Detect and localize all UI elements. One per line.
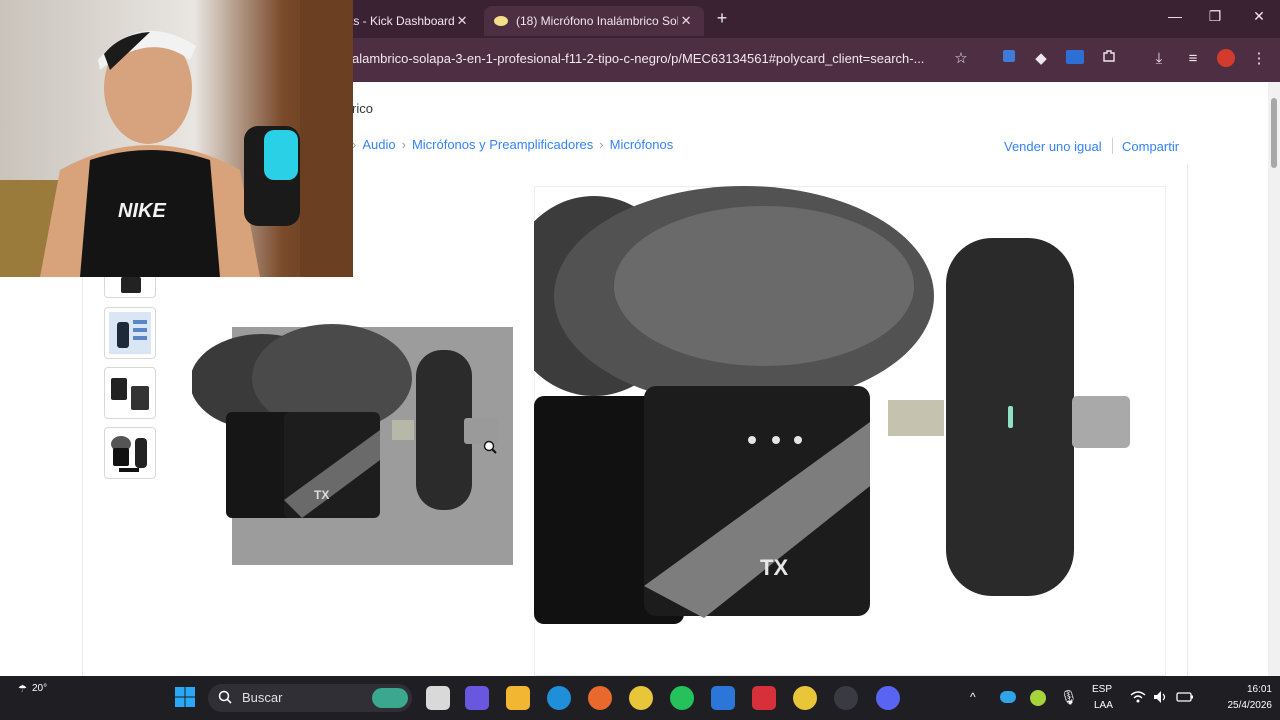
product-image-small[interactable] — [192, 320, 512, 520]
new-tab-button[interactable]: + — [712, 8, 732, 29]
download-icon[interactable]: ⤓ — [1148, 48, 1170, 70]
volume-icon[interactable] — [1153, 690, 1169, 704]
sell-similar-link[interactable]: Vender uno igual — [1004, 139, 1102, 154]
breadcrumb-chevron-icon: › — [401, 137, 406, 152]
media-control-icon[interactable]: ≡ — [1182, 48, 1204, 70]
main-product-tx-label: TX — [760, 555, 789, 580]
extensions-puzzle-icon[interactable] — [1098, 48, 1120, 70]
search-highlight-icon[interactable] — [372, 688, 408, 708]
tray-app-icon[interactable] — [1030, 690, 1046, 706]
address-bar[interactable]: alambrico-solapa-3-en-1-profesional-f11-… — [352, 51, 937, 66]
weather-widget[interactable]: ☂ — [18, 684, 27, 695]
restore-button[interactable]: ❐ — [1200, 8, 1230, 25]
language-code[interactable]: ESP — [1092, 684, 1112, 695]
clock-time[interactable]: 16:01 — [1226, 684, 1272, 695]
tray-chevron-icon[interactable]: ^ — [970, 690, 976, 704]
bookmark-star-icon[interactable]: ☆ — [950, 48, 972, 70]
breadcrumb-item-microfonos-preamplificadores[interactable]: Micrófonos y Preamplificadores — [412, 137, 593, 152]
keyboard-layout[interactable]: LAA — [1094, 700, 1113, 711]
category-link[interactable]: rico — [352, 101, 373, 116]
divider — [1112, 138, 1113, 154]
onedrive-icon[interactable] — [1000, 691, 1016, 703]
extension-icon[interactable] — [998, 48, 1020, 70]
product-thumbnail[interactable] — [104, 427, 156, 479]
product-thumbnail[interactable] — [104, 367, 156, 419]
breadcrumb-item-microfonos[interactable]: Micrófonos — [610, 137, 674, 152]
tab-mercadolibre[interactable]: (18) Micrófono Inalámbrico Sol ✕ — [484, 6, 704, 36]
tab-kick-dashboard[interactable]: ts - Kick Dashboard ✕ — [340, 6, 480, 36]
share-link[interactable]: Compartir — [1122, 139, 1179, 154]
main-product-image[interactable] — [534, 186, 1166, 626]
zoom-cursor-icon — [483, 440, 497, 454]
chrome-icon[interactable] — [629, 686, 653, 710]
wifi-icon[interactable] — [1130, 690, 1146, 704]
streamer-figure — [0, 0, 353, 277]
microsoft-store-icon[interactable] — [711, 686, 735, 710]
product-thumbnail[interactable] — [104, 307, 156, 359]
breadcrumb-chevron-icon: › — [599, 137, 604, 152]
webcam-overlay: NIKE — [0, 0, 353, 277]
profile-avatar[interactable] — [1215, 48, 1237, 70]
clock-date[interactable]: 25/4/2026 — [1206, 700, 1273, 711]
tab-label: ts - Kick Dashboard — [350, 14, 455, 28]
tab-close-icon[interactable]: ✕ — [454, 13, 470, 29]
copilot-icon[interactable] — [465, 686, 489, 710]
minimize-button[interactable]: — — [1160, 8, 1190, 24]
product-tx-label: TX — [314, 488, 330, 502]
menu-kebab-icon[interactable]: ⋮ — [1248, 48, 1270, 70]
close-window-button[interactable]: ✕ — [1244, 8, 1274, 25]
chrome-active-icon[interactable] — [793, 686, 817, 710]
wps-office-icon[interactable] — [752, 686, 776, 710]
weather-temperature: 20° — [32, 683, 48, 694]
microphone-icon[interactable]: 🎙 — [1060, 689, 1078, 706]
breadcrumb: › Audio › Micrófonos y Preamplificadores… — [352, 137, 673, 152]
extension-diamond-icon[interactable]: ◆ — [1030, 48, 1052, 70]
taskbar-search-placeholder: Buscar — [242, 690, 283, 705]
edge-icon[interactable] — [547, 686, 571, 710]
discord-icon[interactable] — [876, 686, 900, 710]
recording-app-icon[interactable] — [834, 686, 858, 710]
file-explorer-icon[interactable] — [506, 686, 530, 710]
battery-icon[interactable] — [1176, 690, 1194, 704]
search-icon — [218, 690, 232, 704]
firefox-icon[interactable] — [588, 686, 612, 710]
scrollbar[interactable] — [1268, 82, 1280, 676]
shirt-logo-text: NIKE — [118, 200, 166, 222]
coupon-extension-icon[interactable] — [1064, 48, 1086, 70]
weather-icon: ☂ — [18, 684, 27, 695]
task-view-icon[interactable] — [426, 686, 450, 710]
scrollbar-thumb[interactable] — [1271, 98, 1277, 168]
start-button-windows-icon[interactable] — [174, 686, 196, 708]
whatsapp-icon[interactable] — [670, 686, 694, 710]
breadcrumb-item-audio[interactable]: Audio — [362, 137, 395, 152]
tab-label: (18) Micrófono Inalámbrico Sol — [516, 14, 679, 28]
mercadolibre-favicon-icon — [494, 16, 508, 26]
tab-close-icon[interactable]: ✕ — [678, 13, 694, 29]
